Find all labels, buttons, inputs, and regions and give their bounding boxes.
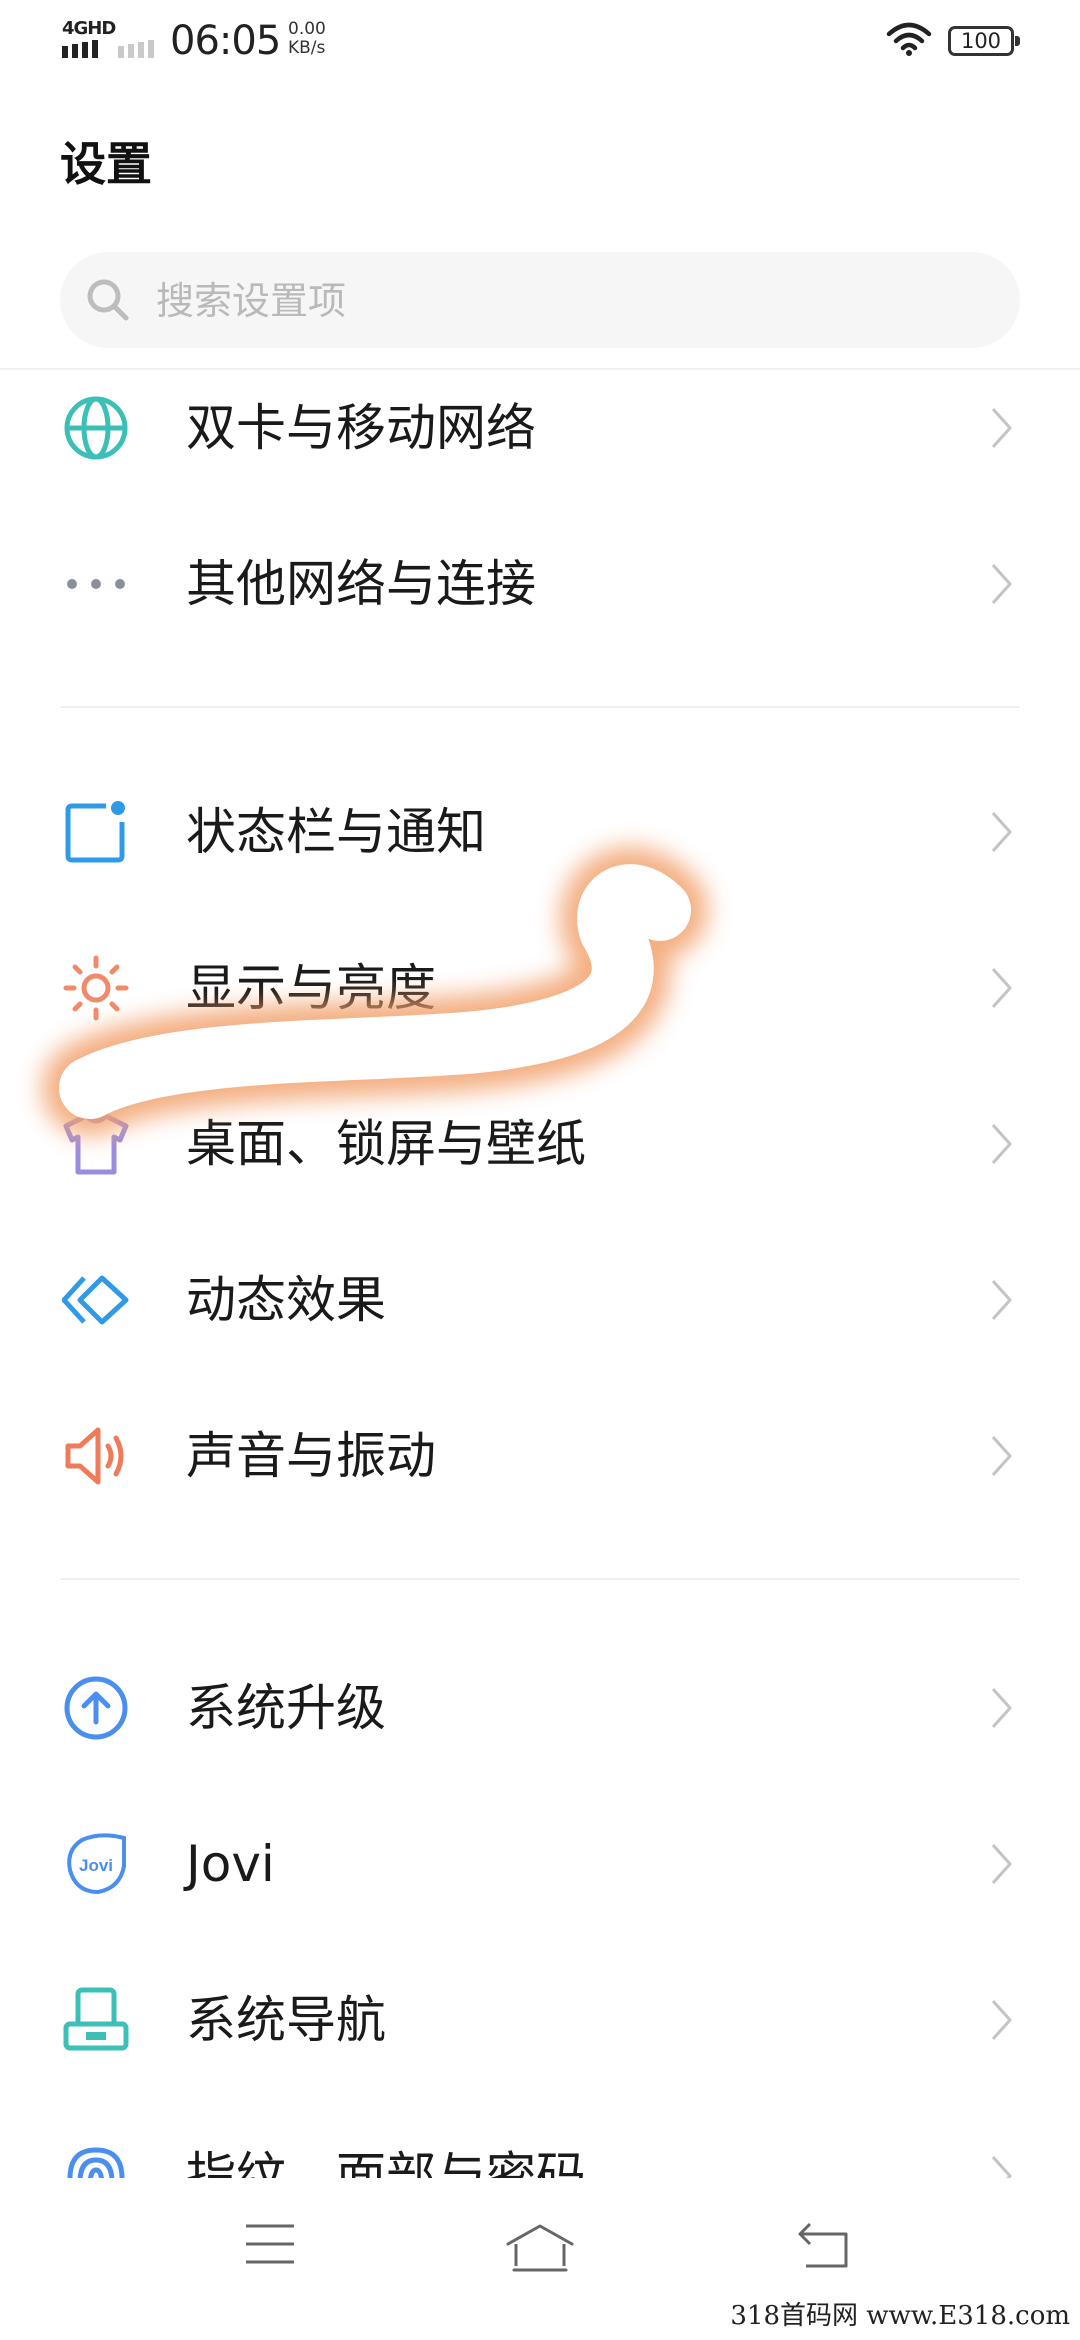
sun-icon	[63, 955, 129, 1021]
chevron-right-icon	[991, 811, 1013, 853]
settings-screen: 4GHD 06:05 0.00 KB/s 100 设置 搜索设置项 双卡与移动网…	[0, 0, 1080, 2340]
settings-item-display-brightness[interactable]: 显示与亮度	[0, 910, 1080, 1066]
settings-item-sound-vibration[interactable]: 声音与振动	[0, 1378, 1080, 1534]
navigation-icon	[63, 1987, 129, 2051]
watermark: 318首码网 www.E318.com	[724, 2293, 1076, 2334]
search-icon	[87, 279, 129, 321]
chevron-right-icon	[991, 1435, 1013, 1477]
settings-item-system-navigation[interactable]: 系统导航	[0, 1942, 1080, 2098]
signal-sim2-icon	[118, 40, 154, 58]
status-bar-icon	[65, 801, 125, 863]
signal-strength-icon	[62, 40, 98, 58]
chevron-right-icon	[991, 1687, 1013, 1729]
settings-item-jovi[interactable]: Jovi Jovi	[0, 1786, 1080, 1942]
settings-item-fingerprint-face-password[interactable]: 指纹、面部与密码	[0, 2098, 1080, 2178]
settings-item-label: 声音与振动	[186, 1427, 436, 1485]
globe-icon	[64, 396, 128, 460]
network-type: 4GHD	[62, 18, 116, 39]
settings-item-label: 系统升级	[186, 1679, 386, 1737]
network-speed: 0.00 KB/s	[288, 20, 326, 58]
settings-item-animation-effects[interactable]: 动态效果	[0, 1222, 1080, 1378]
search-bar[interactable]	[60, 252, 1020, 350]
chevron-right-icon	[991, 2155, 1013, 2178]
battery-indicator: 100	[948, 26, 1020, 56]
menu-icon[interactable]	[244, 2222, 296, 2266]
group-divider	[60, 706, 1020, 708]
speaker-icon	[65, 1427, 124, 1485]
settings-item-label: 显示与亮度	[186, 959, 436, 1017]
chevron-right-icon	[991, 1279, 1013, 1321]
network-speed-unit: KB/s	[288, 38, 326, 58]
back-icon[interactable]	[796, 2222, 852, 2270]
settings-item-system-upgrade[interactable]: 系统升级	[0, 1630, 1080, 1786]
settings-item-dual-sim[interactable]: 双卡与移动网络	[0, 350, 1080, 506]
settings-item-desktop-wallpaper[interactable]: 桌面、锁屏与壁纸	[0, 1066, 1080, 1222]
chevron-right-icon	[991, 563, 1013, 605]
network-speed-value: 0.00	[288, 19, 326, 39]
chevron-right-icon	[991, 967, 1013, 1009]
settings-item-label: 动态效果	[186, 1271, 386, 1329]
settings-item-other-networks[interactable]: 其他网络与连接	[0, 506, 1080, 662]
settings-item-label: 桌面、锁屏与壁纸	[186, 1115, 586, 1173]
settings-item-label: Jovi	[186, 1835, 275, 1893]
jovi-icon: Jovi	[67, 1833, 126, 1895]
tshirt-icon	[63, 1113, 129, 1175]
settings-item-label: 双卡与移动网络	[186, 399, 536, 457]
settings-item-label: 系统导航	[186, 1991, 386, 2049]
upgrade-icon	[64, 1676, 128, 1740]
more-dots-icon	[67, 579, 125, 589]
search-input[interactable]	[154, 252, 978, 350]
chevron-right-icon	[991, 407, 1013, 449]
fingerprint-icon	[67, 2147, 125, 2178]
settings-item-status-bar[interactable]: 状态栏与通知	[0, 754, 1080, 910]
diamond-icon	[62, 1275, 129, 1325]
wifi-icon	[886, 22, 932, 56]
home-icon[interactable]	[504, 2222, 576, 2274]
status-bar: 4GHD 06:05 0.00 KB/s 100	[0, 0, 1080, 84]
clock: 06:05	[170, 18, 281, 64]
settings-item-label: 指纹、面部与密码	[186, 2147, 586, 2178]
chevron-right-icon	[991, 1843, 1013, 1885]
group-divider	[60, 1578, 1020, 1580]
svg-text:Jovi: Jovi	[79, 1856, 113, 1875]
chevron-right-icon	[991, 1999, 1013, 2041]
chevron-right-icon	[991, 1123, 1013, 1165]
settings-item-label: 其他网络与连接	[186, 555, 536, 613]
page-title: 设置	[60, 137, 152, 191]
settings-item-label: 状态栏与通知	[186, 803, 486, 861]
